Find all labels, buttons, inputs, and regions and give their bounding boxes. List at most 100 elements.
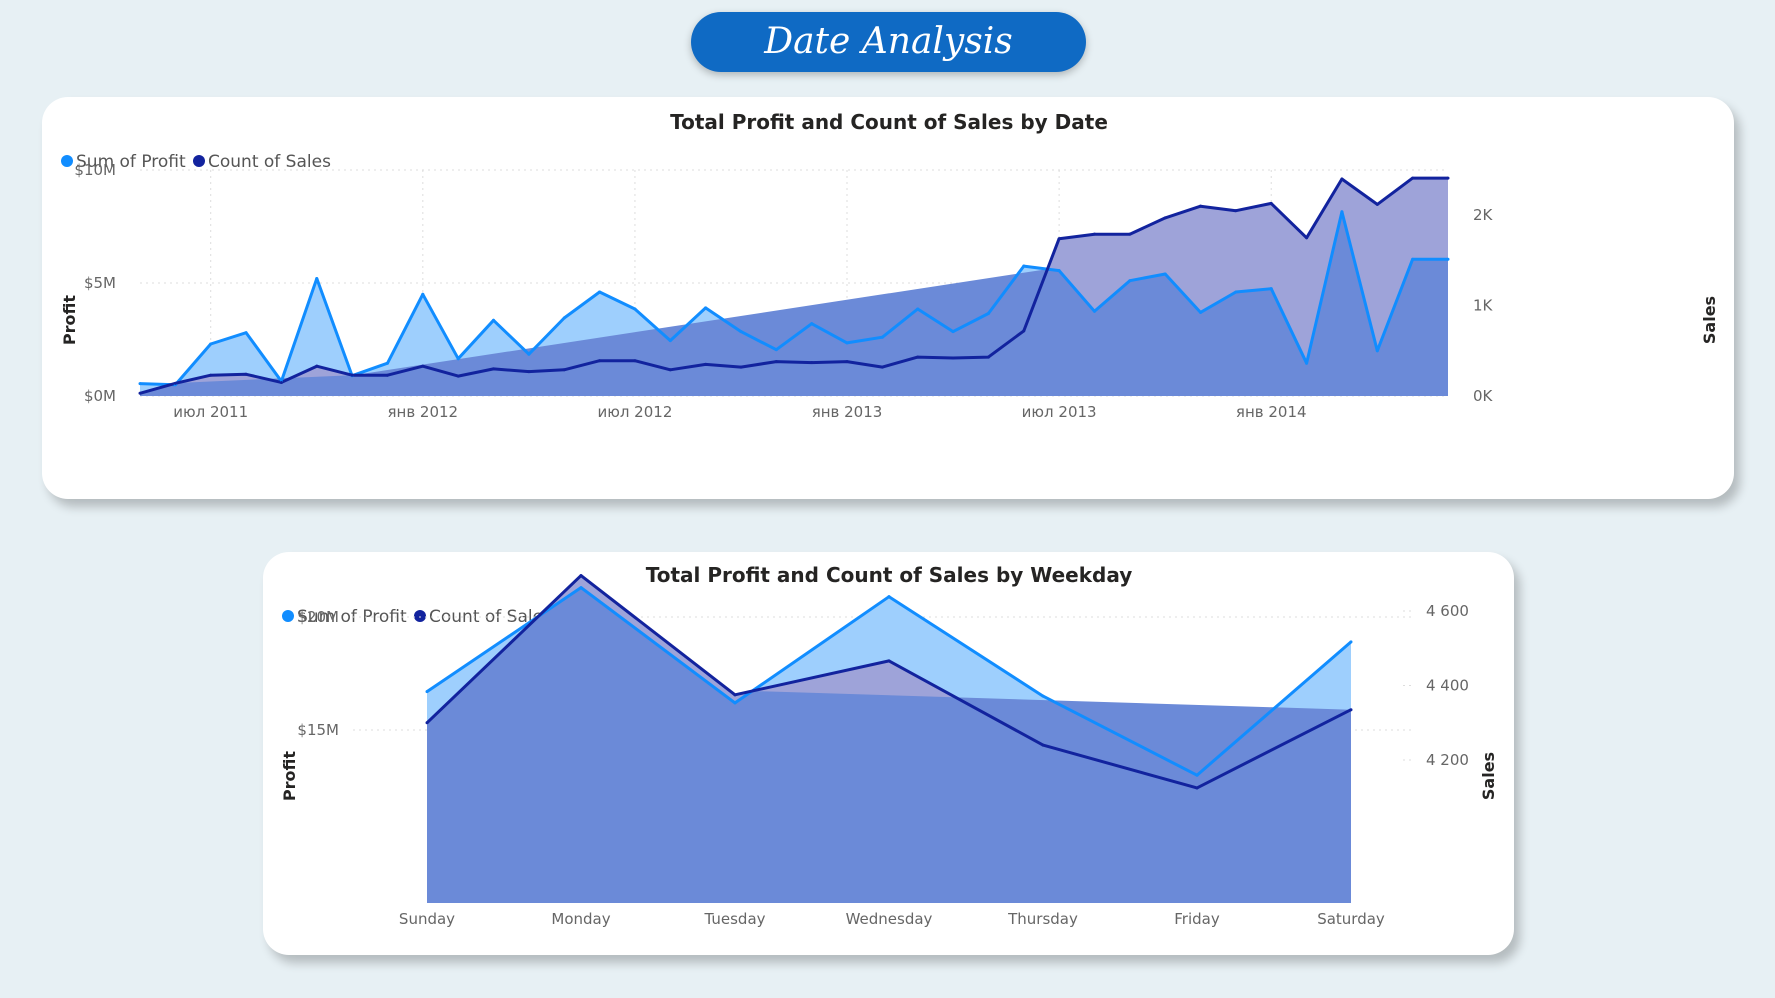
date-chart: Total Profit and Count of Sales by Date … xyxy=(60,110,1719,421)
point-sales xyxy=(173,381,177,385)
point-profit xyxy=(425,690,429,694)
point-profit xyxy=(527,352,531,356)
point-profit xyxy=(1163,272,1167,276)
y2-axis-title: Sales xyxy=(1700,296,1719,344)
point-sales xyxy=(1340,177,1344,181)
point-profit xyxy=(598,290,602,294)
point-sales xyxy=(1446,176,1450,180)
point-sales xyxy=(704,362,708,366)
page-title: Date Analysis xyxy=(691,12,1086,72)
point-sales xyxy=(845,360,849,364)
point-profit xyxy=(845,341,849,345)
point-sales xyxy=(1022,329,1026,333)
point-sales xyxy=(425,721,429,725)
point-sales xyxy=(279,380,283,384)
point-profit xyxy=(209,342,213,346)
y-tick-label: $5M xyxy=(84,274,116,292)
point-profit xyxy=(810,322,814,326)
legend-marker-profit xyxy=(61,155,73,167)
x-tick-label: Wednesday xyxy=(846,910,933,928)
point-profit xyxy=(1195,773,1199,777)
point-sales xyxy=(244,372,248,376)
point-profit xyxy=(916,307,920,311)
point-sales xyxy=(315,364,319,368)
point-profit xyxy=(704,306,708,310)
point-sales xyxy=(562,368,566,372)
plot-area xyxy=(425,574,1353,903)
x-tick-label: Saturday xyxy=(1317,910,1385,928)
point-sales xyxy=(350,373,354,377)
point-profit xyxy=(887,595,891,599)
x-tick-label: янв 2012 xyxy=(387,403,458,421)
point-profit xyxy=(951,330,955,334)
x-tick-label: Friday xyxy=(1174,910,1220,928)
y-tick-label: $20M xyxy=(297,608,339,626)
point-sales xyxy=(1163,216,1167,220)
point-profit xyxy=(1305,361,1309,365)
point-sales xyxy=(733,693,737,697)
point-sales xyxy=(1411,176,1415,180)
point-profit xyxy=(562,316,566,320)
point-profit xyxy=(880,335,884,339)
x-tick-label: июл 2011 xyxy=(173,403,248,421)
point-sales xyxy=(598,359,602,363)
point-sales xyxy=(1234,209,1238,213)
legend-marker-sales xyxy=(193,155,205,167)
x-tick-label: янв 2014 xyxy=(1236,403,1307,421)
point-sales xyxy=(1349,708,1353,712)
point-sales xyxy=(1092,232,1096,236)
point-profit xyxy=(774,348,778,352)
point-profit xyxy=(1199,310,1203,314)
point-profit xyxy=(492,318,496,322)
y-tick-label: $0M xyxy=(84,387,116,405)
y-tick-label: $15M xyxy=(297,721,339,739)
point-sales xyxy=(209,373,213,377)
point-profit xyxy=(1092,309,1096,313)
plot-area xyxy=(138,176,1450,396)
point-profit xyxy=(1269,287,1273,291)
point-profit xyxy=(579,586,583,590)
point-sales xyxy=(810,361,814,365)
y2-tick-label: 2K xyxy=(1473,206,1494,224)
point-profit xyxy=(668,339,672,343)
point-sales xyxy=(633,359,637,363)
point-profit xyxy=(1375,349,1379,353)
point-sales xyxy=(951,356,955,360)
y2-axis-title: Sales xyxy=(1479,752,1498,800)
x-tick-label: Thursday xyxy=(1007,910,1078,928)
point-sales xyxy=(579,574,583,578)
point-profit xyxy=(1057,269,1061,273)
point-sales xyxy=(1199,204,1203,208)
point-profit xyxy=(1234,290,1238,294)
x-tick-label: Monday xyxy=(551,910,610,928)
point-profit xyxy=(1446,257,1450,261)
y-tick-label: $10M xyxy=(74,161,116,179)
point-profit xyxy=(633,307,637,311)
x-tick-label: Tuesday xyxy=(703,910,765,928)
point-sales xyxy=(986,355,990,359)
point-sales xyxy=(916,355,920,359)
x-tick-label: июл 2013 xyxy=(1022,403,1097,421)
point-sales xyxy=(1128,232,1132,236)
point-sales xyxy=(1269,201,1273,205)
x-tick-label: Sunday xyxy=(399,910,455,928)
point-sales xyxy=(385,373,389,377)
x-tick-label: июл 2012 xyxy=(597,403,672,421)
weekday-chart-card: Total Profit and Count of Sales by Weekd… xyxy=(263,552,1514,955)
point-sales xyxy=(1057,237,1061,241)
point-sales xyxy=(1041,743,1045,747)
x-tick-label: янв 2013 xyxy=(812,403,883,421)
point-sales xyxy=(880,365,884,369)
point-sales xyxy=(1305,236,1309,240)
point-sales xyxy=(668,368,672,372)
point-sales xyxy=(527,370,531,374)
y2-tick-label: 4 600 xyxy=(1426,602,1469,620)
chart-title: Total Profit and Count of Sales by Weekd… xyxy=(646,563,1133,587)
point-profit xyxy=(421,292,425,296)
point-profit xyxy=(733,701,737,705)
point-profit xyxy=(1022,264,1026,268)
point-profit xyxy=(385,361,389,365)
y-axis-title: Profit xyxy=(60,295,79,345)
point-sales xyxy=(1195,786,1199,790)
y2-tick-label: 0K xyxy=(1473,387,1494,405)
